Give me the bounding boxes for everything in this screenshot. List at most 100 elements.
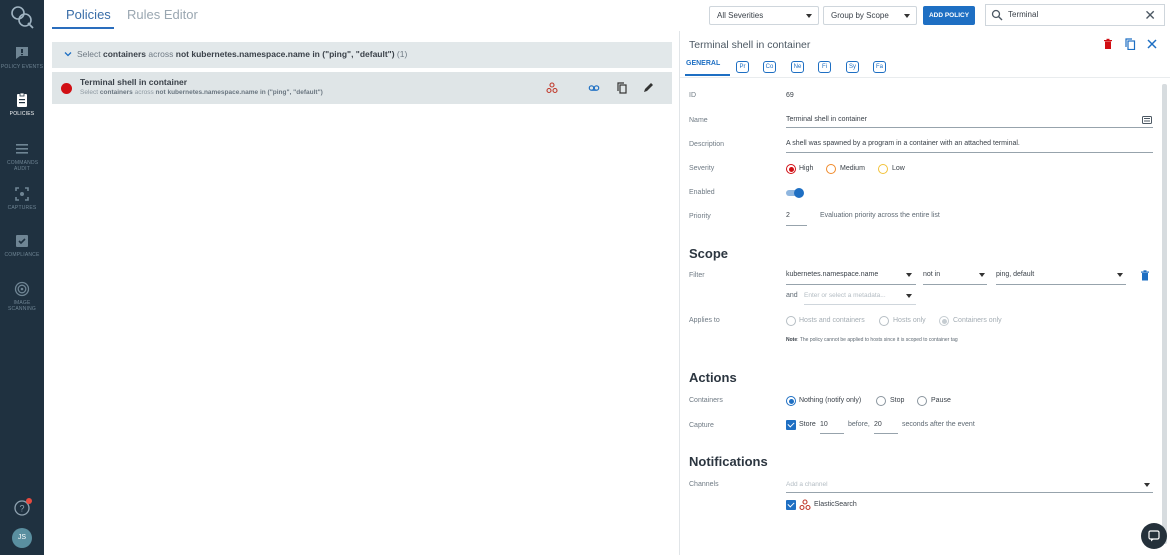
action-stop-radio[interactable] — [876, 396, 886, 406]
id-label: ID — [689, 92, 696, 99]
svg-text:?: ? — [19, 504, 24, 514]
help-button[interactable]: ? — [13, 498, 32, 517]
delete-icon[interactable] — [1102, 38, 1114, 50]
before-text: before, — [848, 421, 870, 428]
enabled-toggle-knob[interactable] — [794, 188, 804, 198]
nav-item-policies[interactable]: POLICIES — [0, 92, 44, 117]
capture-icon — [588, 85, 600, 91]
description-field[interactable]: A shell was spawned by a program in a co… — [786, 140, 1020, 147]
store-capture-checkbox[interactable] — [786, 420, 796, 430]
severity-medium-radio[interactable] — [826, 164, 836, 174]
name-field-underline — [786, 127, 1153, 128]
copy-icon[interactable] — [616, 82, 628, 94]
containers-only-radio[interactable] — [939, 316, 949, 326]
tab-policies[interactable]: Policies — [66, 7, 111, 22]
filter-key-select[interactable]: kubernetes.namespace.name — [786, 271, 878, 278]
filter-operator-select[interactable]: not in — [923, 271, 940, 278]
group-title: Select containers across not kubernetes.… — [77, 49, 408, 59]
chip-ne[interactable]: Ne — [791, 61, 804, 73]
nav-label: POLICIES — [9, 111, 35, 117]
nav-item-image-scanning[interactable]: IMAGE SCANNING — [0, 281, 44, 312]
capture-after-field[interactable]: 20 — [874, 421, 882, 428]
group-by-select[interactable]: Group by Scope — [823, 6, 917, 25]
action-pause-label: Pause — [931, 397, 951, 404]
filter-operator-underline — [923, 284, 987, 285]
channel-select-placeholder[interactable]: Add a channel — [786, 481, 828, 488]
chip-fi[interactable]: Fi — [818, 61, 831, 73]
nav-item-compliance[interactable]: COMPLIANCE — [0, 233, 44, 258]
priority-underline — [786, 225, 807, 226]
compliance-icon — [16, 235, 28, 247]
filter-key-underline — [786, 284, 916, 285]
metadata-select-placeholder[interactable]: Enter or select a metadata... — [804, 292, 886, 299]
after-text: seconds after the event — [902, 421, 975, 428]
policy-row[interactable]: Terminal shell in container Select conta… — [52, 72, 672, 104]
severity-select-value: All Severities — [717, 11, 764, 20]
actions-heading: Actions — [689, 370, 737, 385]
chip-fa[interactable]: Fa — [873, 61, 886, 73]
priority-field[interactable]: 2 — [786, 212, 790, 219]
hosts-only-radio[interactable] — [879, 316, 889, 326]
action-nothing-label: Nothing (notify only) — [799, 397, 862, 404]
severity-low-label: Low — [892, 165, 905, 172]
name-label: Name — [689, 117, 708, 124]
chevron-down-icon — [979, 273, 985, 277]
keyboard-icon — [1142, 116, 1152, 124]
capture-before-underline — [820, 433, 844, 434]
chat-button[interactable] — [1141, 523, 1167, 549]
nav-item-commands-audit[interactable]: COMMANDS AUDIT — [0, 141, 44, 172]
chevron-down-icon — [904, 14, 910, 18]
divider — [680, 77, 1170, 78]
captures-icon — [15, 187, 29, 201]
nav-item-policy-events[interactable]: POLICY EVENTS — [0, 45, 44, 70]
name-field[interactable]: Terminal shell in container — [786, 116, 867, 123]
chat-icon — [1148, 530, 1160, 542]
severity-low-radio[interactable] — [878, 164, 888, 174]
tab-general[interactable]: GENERAL — [686, 60, 720, 67]
chip-sy[interactable]: Sy — [846, 61, 859, 73]
chevron-down-icon[interactable] — [64, 50, 72, 58]
severity-select[interactable]: All Severities — [709, 6, 819, 25]
chevron-down-icon — [806, 14, 812, 18]
chip-co[interactable]: Co — [763, 61, 776, 73]
hosts-only-label: Hosts only — [893, 317, 926, 324]
scrollbar[interactable] — [1162, 84, 1167, 544]
nav-label: COMMANDS AUDIT — [7, 160, 39, 172]
description-underline — [786, 152, 1153, 153]
policy-group-header[interactable]: Select containers across not kubernetes.… — [52, 42, 672, 68]
policy-events-icon — [16, 47, 28, 59]
nav-item-captures[interactable]: CAPTURES — [0, 186, 44, 211]
tab-rules-editor[interactable]: Rules Editor — [127, 7, 198, 22]
search-input[interactable]: Terminal ✕ — [985, 4, 1165, 26]
sysdig-logo-icon[interactable] — [9, 4, 35, 30]
metadata-select-underline — [804, 304, 916, 305]
scope-note: Note: The policy cannot be applied to ho… — [786, 337, 958, 343]
id-value: 69 — [786, 92, 794, 99]
hosts-and-containers-radio[interactable] — [786, 316, 796, 326]
filter-values-select[interactable]: ping, default — [996, 271, 1034, 278]
action-nothing-radio[interactable] — [786, 396, 796, 406]
elasticsearch-icon — [799, 499, 811, 511]
elasticsearch-channel-checkbox[interactable] — [786, 500, 796, 510]
severity-high-indicator — [61, 83, 72, 94]
filter-label: Filter — [689, 272, 705, 279]
delete-filter-icon[interactable] — [1140, 270, 1150, 281]
containers-only-label: Containers only — [953, 317, 1002, 324]
capture-before-field[interactable]: 10 — [820, 421, 828, 428]
action-pause-radio[interactable] — [917, 396, 927, 406]
avatar[interactable]: JS — [12, 528, 32, 548]
add-policy-button[interactable]: ADD POLICY — [923, 6, 975, 25]
policy-scope: Select containers across not kubernetes.… — [80, 89, 323, 96]
close-icon[interactable] — [1146, 38, 1158, 50]
chevron-down-icon — [1117, 273, 1123, 277]
duplicate-icon[interactable] — [1124, 38, 1136, 50]
nav-label: POLICY EVENTS — [0, 64, 44, 70]
action-stop-label: Stop — [890, 397, 905, 404]
search-value: Terminal — [1008, 10, 1039, 19]
chip-pr[interactable]: Pr — [736, 61, 749, 73]
severity-high-radio[interactable] — [786, 164, 796, 174]
edit-icon[interactable] — [642, 82, 654, 94]
capture-after-underline — [874, 433, 898, 434]
clear-search-icon[interactable]: ✕ — [1144, 8, 1156, 22]
containers-action-label: Containers — [689, 397, 723, 404]
